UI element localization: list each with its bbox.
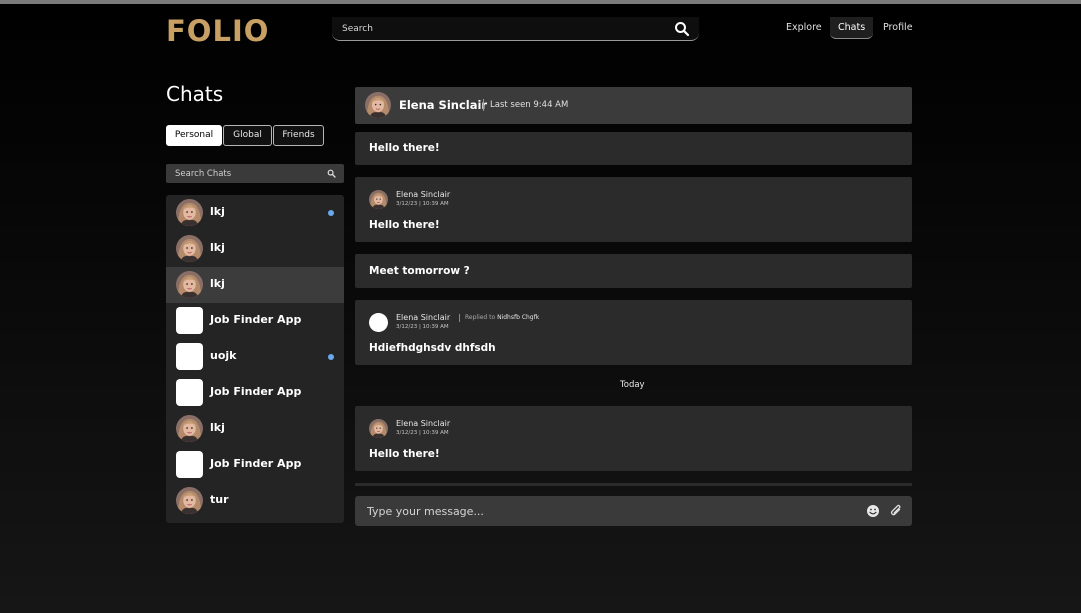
avatar-placeholder — [176, 307, 203, 334]
folio-logo[interactable]: FOLIO — [166, 14, 269, 48]
reply-target: Nidhsfb Chgfk — [497, 314, 540, 321]
sender-name: Elena Sinclair — [396, 313, 451, 322]
chat-list-item[interactable]: lkj — [166, 231, 344, 267]
message-text: Hdiefhdghsdv dhfsdh — [369, 342, 496, 354]
sender-name: Elena Sinclair — [396, 419, 451, 428]
message-composer — [355, 496, 912, 526]
message-text: Hello there! — [369, 448, 440, 460]
chat-list-item[interactable]: lkj — [166, 195, 344, 231]
search-icon[interactable] — [674, 21, 690, 37]
sender-avatar — [369, 419, 388, 438]
chat-list-item[interactable]: Job Finder App — [166, 375, 344, 411]
message-input[interactable] — [367, 502, 847, 520]
divider — [459, 314, 460, 322]
chat-name: Job Finder App — [210, 313, 302, 326]
chat-list-item[interactable]: tur — [166, 483, 344, 519]
contact-name[interactable]: Elena Sinclair — [399, 98, 487, 112]
search-icon[interactable] — [327, 169, 336, 178]
chat-name: uojk — [210, 349, 237, 362]
chat-name: lkj — [210, 205, 225, 218]
message-text: Hello there! — [369, 142, 440, 154]
chat-list-item[interactable]: uojk — [166, 339, 344, 375]
avatar — [176, 199, 203, 226]
message-bubble[interactable]: Elena Sinclair 3/12/23 | 10:39 AM Hello … — [355, 177, 912, 242]
sender-avatar — [369, 313, 388, 332]
message-timestamp: 3/12/23 | 10:39 AM — [396, 430, 449, 436]
chat-name: lkj — [210, 241, 225, 254]
message-timestamp: 3/12/23 | 10:39 AM — [396, 201, 449, 207]
nav-profile[interactable]: Profile — [883, 17, 913, 39]
conversation-header: Elena Sinclair Last seen 9:44 AM — [355, 87, 912, 124]
avatar-placeholder — [176, 451, 203, 478]
unread-dot — [328, 210, 334, 216]
global-search-input[interactable] — [342, 20, 662, 38]
tab-global[interactable]: Global — [223, 125, 272, 146]
divider — [483, 99, 484, 111]
message-bubble-partial — [355, 483, 912, 486]
global-search-bar — [332, 17, 699, 41]
tab-friends[interactable]: Friends — [273, 125, 324, 146]
last-seen-status: Last seen 9:44 AM — [490, 100, 569, 110]
page-title: Chats — [166, 82, 224, 106]
emoji-icon[interactable] — [865, 503, 881, 519]
avatar — [176, 415, 203, 442]
chat-name: lkj — [210, 277, 225, 290]
unread-dot — [328, 354, 334, 360]
reply-prefix: Replied to — [465, 314, 496, 321]
sender-name: Elena Sinclair — [396, 190, 451, 199]
message-text: Meet tomorrow ? — [369, 265, 470, 277]
message-timestamp: 3/12/23 | 10:39 AM — [396, 324, 449, 330]
tab-personal[interactable]: Personal — [166, 125, 222, 146]
chat-list-item-selected[interactable]: lkj — [166, 267, 344, 303]
message-bubble[interactable]: Hello there! — [355, 132, 912, 165]
contact-avatar[interactable] — [365, 92, 391, 118]
chat-list-item[interactable]: Job Finder App — [166, 447, 344, 483]
day-divider: Today — [620, 380, 645, 390]
message-text: Hello there! — [369, 219, 440, 231]
chat-list-item[interactable]: Job Finder App — [166, 303, 344, 339]
chat-list: lkj lkj lkj Job Finder App uojk Job Find… — [166, 195, 344, 523]
chat-search-input[interactable] — [175, 166, 325, 181]
chat-name: tur — [210, 493, 229, 506]
paperclip-icon[interactable] — [888, 503, 904, 519]
message-bubble[interactable]: Meet tomorrow ? — [355, 254, 912, 288]
chat-name: Job Finder App — [210, 457, 302, 470]
avatar — [176, 235, 203, 262]
nav-explore[interactable]: Explore — [786, 17, 822, 39]
chat-name: lkj — [210, 421, 225, 434]
sender-avatar — [369, 190, 388, 209]
reply-reference[interactable]: Replied to Nidhsfb Chgfk — [465, 314, 539, 321]
avatar-placeholder — [176, 379, 203, 406]
avatar-placeholder — [176, 343, 203, 370]
message-bubble[interactable]: Elena Sinclair Replied to Nidhsfb Chgfk … — [355, 300, 912, 365]
chat-name: Job Finder App — [210, 385, 302, 398]
message-bubble[interactable]: Elena Sinclair 3/12/23 | 10:39 AM Hello … — [355, 406, 912, 471]
window-top-border — [0, 0, 1081, 4]
chat-search-bar — [166, 164, 344, 183]
avatar — [176, 271, 203, 298]
chat-list-item[interactable]: lkj — [166, 411, 344, 447]
nav-chats[interactable]: Chats — [830, 17, 874, 39]
avatar — [176, 487, 203, 514]
